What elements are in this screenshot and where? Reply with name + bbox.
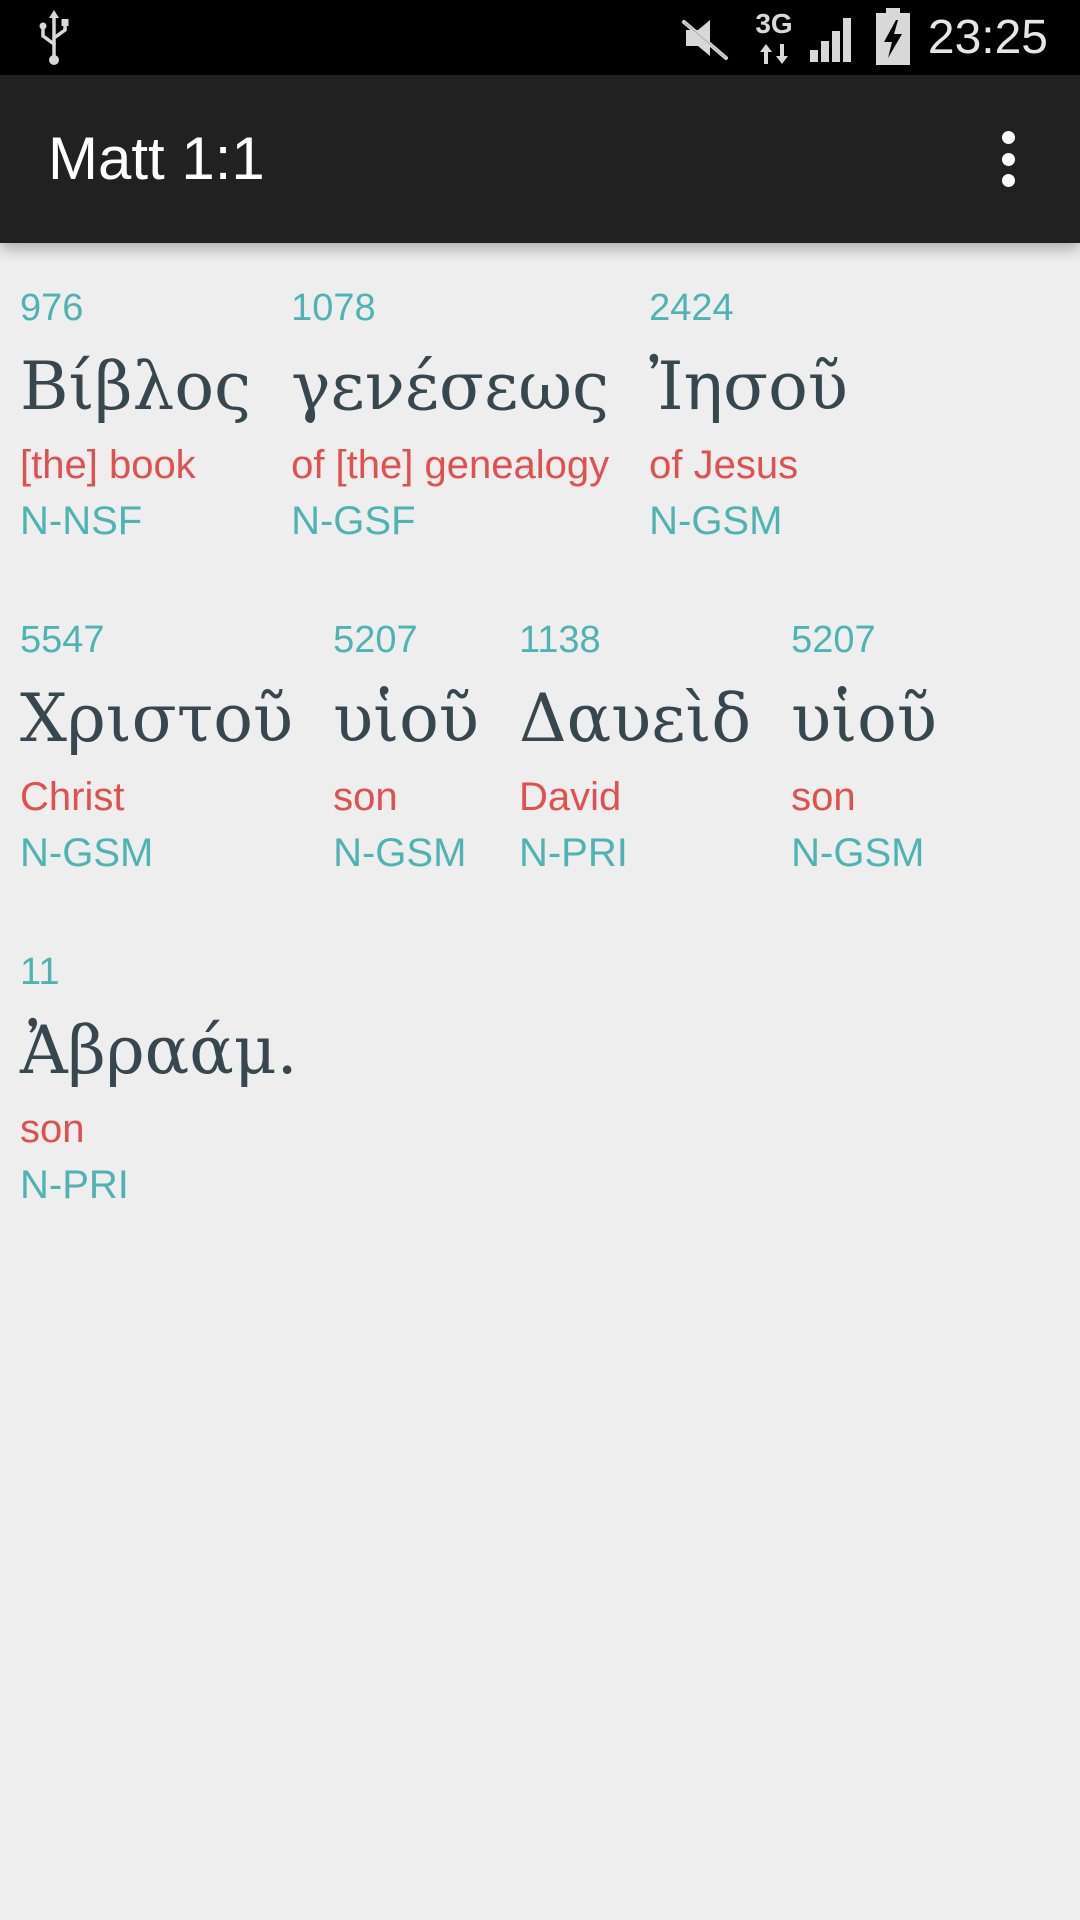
interlinear-content: 976 Βίβλος [the] book N-NSF 1078 γενέσεω… (0, 243, 1080, 1920)
greek-word[interactable]: υἱοῦ (791, 669, 937, 769)
english-gloss: David (518, 775, 622, 819)
word-block[interactable]: 1078 γενέσεως of [the] genealogy N-GSF (291, 279, 609, 559)
parsing-code[interactable]: N-GSM (333, 825, 479, 881)
parsing-code[interactable]: N-NSF (20, 493, 251, 549)
parsing-code[interactable]: N-GSM (20, 825, 293, 881)
strongs-number[interactable]: 1138 (519, 611, 751, 669)
signal-icon (810, 18, 851, 62)
greek-word[interactable]: Ἀβραάμ. (20, 1001, 298, 1101)
usb-icon (39, 10, 69, 65)
status-clock: 23:25 (927, 11, 1048, 64)
word-block[interactable]: 5547 Χριστοῦ Christ N-GSM (20, 611, 293, 891)
english-gloss: Christ (20, 775, 125, 819)
strongs-number[interactable]: 976 (20, 279, 251, 337)
greek-word[interactable]: Ἰησοῦ (649, 337, 848, 437)
parsing-code[interactable]: N-GSM (791, 825, 937, 881)
strongs-number[interactable]: 5547 (20, 611, 293, 669)
greek-word[interactable]: υἱοῦ (333, 669, 479, 769)
strongs-number[interactable]: 11 (20, 943, 298, 1001)
page-title: Matt 1:1 (48, 125, 265, 192)
network-type-indicator: 3G (752, 8, 796, 66)
word-block[interactable]: 11 Ἀβραάμ. son N-PRI (20, 943, 298, 1223)
greek-word[interactable]: γενέσεως (291, 337, 609, 437)
overflow-dot (1001, 131, 1015, 144)
strongs-number[interactable]: 1078 (291, 279, 609, 337)
word-block[interactable]: 2424 Ἰησοῦ of Jesus N-GSM (649, 279, 848, 559)
word-block[interactable]: 1138 Δαυεὶδ David N-PRI (519, 611, 751, 891)
app-root: 3G 23:25 Matt 1:1 976 Βίβλος [the] book … (0, 0, 1080, 1920)
overflow-dot (1001, 174, 1015, 187)
battery-charging-icon (876, 8, 910, 65)
english-gloss: of Jesus (649, 443, 799, 487)
greek-word[interactable]: Δαυεὶδ (519, 669, 751, 769)
strongs-number[interactable]: 5207 (791, 611, 937, 669)
word-block[interactable]: 5207 υἱοῦ son N-GSM (333, 611, 479, 891)
status-bar: 3G 23:25 (0, 0, 1080, 75)
strongs-number[interactable]: 2424 (649, 279, 848, 337)
english-gloss: son (20, 1107, 85, 1151)
english-gloss: son (333, 775, 398, 819)
english-gloss: son (791, 775, 856, 819)
network-type-label: 3G (755, 8, 793, 39)
strongs-number[interactable]: 5207 (333, 611, 479, 669)
parsing-code[interactable]: N-GSF (291, 493, 609, 549)
parsing-code[interactable]: N-GSM (649, 493, 848, 549)
app-bar: Matt 1:1 (0, 75, 1080, 243)
more-vert-icon[interactable] (984, 129, 1032, 189)
data-arrows-icon (760, 44, 788, 64)
parsing-code[interactable]: N-PRI (519, 825, 751, 881)
word-block[interactable]: 976 Βίβλος [the] book N-NSF (20, 279, 251, 559)
word-block[interactable]: 5207 υἱοῦ son N-GSM (791, 611, 937, 891)
greek-word[interactable]: Βίβλος (20, 337, 251, 437)
greek-word[interactable]: Χριστοῦ (20, 669, 293, 769)
verse-line: 976 Βίβλος [the] book N-NSF 1078 γενέσεω… (20, 279, 1060, 1223)
english-gloss: [the] book (20, 443, 196, 487)
parsing-code[interactable]: N-PRI (20, 1157, 298, 1213)
overflow-dot (1001, 152, 1015, 166)
mute-icon (682, 20, 728, 60)
english-gloss: of [the] genealogy (291, 443, 610, 487)
